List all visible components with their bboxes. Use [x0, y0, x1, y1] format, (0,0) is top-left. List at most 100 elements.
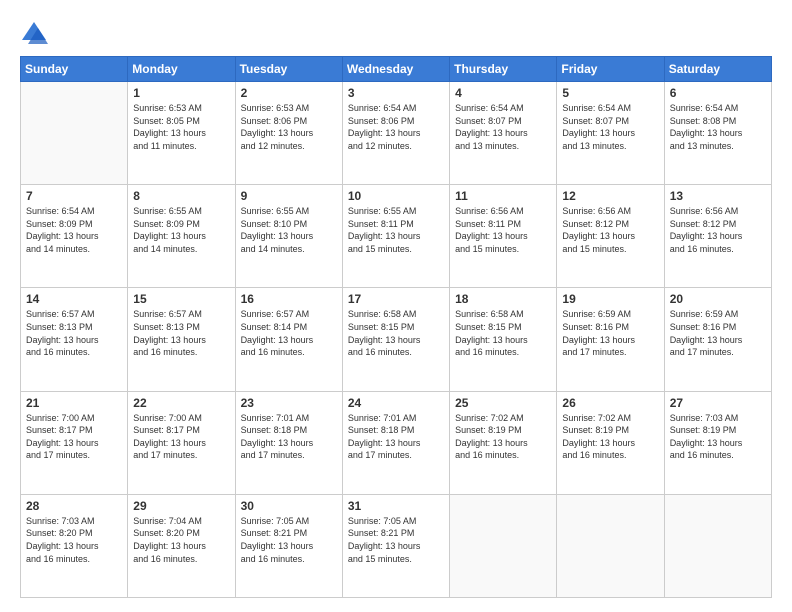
calendar-cell: 5 Sunrise: 6:54 AM Sunset: 8:07 PM Daylig…	[557, 82, 664, 185]
day-number: 10	[348, 189, 444, 203]
day-info: Sunrise: 6:55 AM Sunset: 8:09 PM Dayligh…	[133, 205, 229, 255]
logo-icon	[20, 18, 48, 46]
day-number: 8	[133, 189, 229, 203]
day-info: Sunrise: 6:58 AM Sunset: 8:15 PM Dayligh…	[348, 308, 444, 358]
day-number: 25	[455, 396, 551, 410]
day-info: Sunrise: 6:54 AM Sunset: 8:07 PM Dayligh…	[455, 102, 551, 152]
logo	[20, 18, 52, 46]
calendar-cell: 21Sunrise: 7:00 AM Sunset: 8:17 PM Dayli…	[21, 391, 128, 494]
day-info: Sunrise: 7:01 AM Sunset: 8:18 PM Dayligh…	[348, 412, 444, 462]
day-info: Sunrise: 6:54 AM Sunset: 8:07 PM Dayligh…	[562, 102, 658, 152]
day-number: 9	[241, 189, 337, 203]
calendar-cell: 26 Sunrise: 7:02 AM Sunset: 8:19 PM Dayli…	[557, 391, 664, 494]
day-info: Sunrise: 7:03 AM Sunset: 8:19 PM Dayligh…	[670, 412, 766, 462]
week-row-4: 21Sunrise: 7:00 AM Sunset: 8:17 PM Dayli…	[21, 391, 772, 494]
day-number: 4	[455, 86, 551, 100]
page: SundayMondayTuesdayWednesdayThursdayFrid…	[0, 0, 792, 612]
day-info: Sunrise: 6:55 AM Sunset: 8:10 PM Dayligh…	[241, 205, 337, 255]
day-info: Sunrise: 6:56 AM Sunset: 8:11 PM Dayligh…	[455, 205, 551, 255]
day-number: 3	[348, 86, 444, 100]
calendar-cell	[450, 494, 557, 597]
weekday-header-thursday: Thursday	[450, 57, 557, 82]
day-number: 19	[562, 292, 658, 306]
day-number: 2	[241, 86, 337, 100]
week-row-5: 28 Sunrise: 7:03 AM Sunset: 8:20 PM Dayli…	[21, 494, 772, 597]
calendar-cell: 2 Sunrise: 6:53 AM Sunset: 8:06 PM Daylig…	[235, 82, 342, 185]
weekday-header-row: SundayMondayTuesdayWednesdayThursdayFrid…	[21, 57, 772, 82]
day-number: 1	[133, 86, 229, 100]
calendar-cell: 24 Sunrise: 7:01 AM Sunset: 8:18 PM Dayli…	[342, 391, 449, 494]
calendar-cell: 14Sunrise: 6:57 AM Sunset: 8:13 PM Dayli…	[21, 288, 128, 391]
day-info: Sunrise: 6:59 AM Sunset: 8:16 PM Dayligh…	[562, 308, 658, 358]
day-info: Sunrise: 7:05 AM Sunset: 8:21 PM Dayligh…	[348, 515, 444, 565]
day-number: 29	[133, 499, 229, 513]
calendar-cell: 8 Sunrise: 6:55 AM Sunset: 8:09 PM Daylig…	[128, 185, 235, 288]
calendar-cell: 13Sunrise: 6:56 AM Sunset: 8:12 PM Dayli…	[664, 185, 771, 288]
calendar-cell: 7 Sunrise: 6:54 AM Sunset: 8:09 PM Daylig…	[21, 185, 128, 288]
day-number: 31	[348, 499, 444, 513]
day-number: 24	[348, 396, 444, 410]
day-number: 28	[26, 499, 122, 513]
day-number: 13	[670, 189, 766, 203]
calendar-table: SundayMondayTuesdayWednesdayThursdayFrid…	[20, 56, 772, 598]
day-number: 23	[241, 396, 337, 410]
calendar-cell: 22 Sunrise: 7:00 AM Sunset: 8:17 PM Dayli…	[128, 391, 235, 494]
day-info: Sunrise: 6:57 AM Sunset: 8:13 PM Dayligh…	[133, 308, 229, 358]
weekday-header-sunday: Sunday	[21, 57, 128, 82]
calendar-cell: 25 Sunrise: 7:02 AM Sunset: 8:19 PM Dayli…	[450, 391, 557, 494]
day-info: Sunrise: 7:05 AM Sunset: 8:21 PM Dayligh…	[241, 515, 337, 565]
calendar-cell: 28 Sunrise: 7:03 AM Sunset: 8:20 PM Dayli…	[21, 494, 128, 597]
calendar-cell: 19 Sunrise: 6:59 AM Sunset: 8:16 PM Dayli…	[557, 288, 664, 391]
day-number: 27	[670, 396, 766, 410]
calendar-cell: 1 Sunrise: 6:53 AM Sunset: 8:05 PM Daylig…	[128, 82, 235, 185]
day-info: Sunrise: 6:53 AM Sunset: 8:06 PM Dayligh…	[241, 102, 337, 152]
day-number: 15	[133, 292, 229, 306]
day-number: 20	[670, 292, 766, 306]
day-info: Sunrise: 7:00 AM Sunset: 8:17 PM Dayligh…	[133, 412, 229, 462]
day-number: 17	[348, 292, 444, 306]
day-info: Sunrise: 7:04 AM Sunset: 8:20 PM Dayligh…	[133, 515, 229, 565]
calendar-cell: 31 Sunrise: 7:05 AM Sunset: 8:21 PM Dayli…	[342, 494, 449, 597]
week-row-2: 7 Sunrise: 6:54 AM Sunset: 8:09 PM Daylig…	[21, 185, 772, 288]
weekday-header-wednesday: Wednesday	[342, 57, 449, 82]
calendar-cell: 11 Sunrise: 6:56 AM Sunset: 8:11 PM Dayli…	[450, 185, 557, 288]
day-info: Sunrise: 7:01 AM Sunset: 8:18 PM Dayligh…	[241, 412, 337, 462]
day-info: Sunrise: 6:57 AM Sunset: 8:13 PM Dayligh…	[26, 308, 122, 358]
day-info: Sunrise: 7:03 AM Sunset: 8:20 PM Dayligh…	[26, 515, 122, 565]
weekday-header-saturday: Saturday	[664, 57, 771, 82]
day-number: 11	[455, 189, 551, 203]
day-info: Sunrise: 6:54 AM Sunset: 8:06 PM Dayligh…	[348, 102, 444, 152]
day-info: Sunrise: 6:56 AM Sunset: 8:12 PM Dayligh…	[562, 205, 658, 255]
weekday-header-friday: Friday	[557, 57, 664, 82]
header	[20, 18, 772, 46]
calendar-cell: 23 Sunrise: 7:01 AM Sunset: 8:18 PM Dayli…	[235, 391, 342, 494]
calendar-cell	[21, 82, 128, 185]
calendar-cell	[557, 494, 664, 597]
calendar-cell: 12Sunrise: 6:56 AM Sunset: 8:12 PM Dayli…	[557, 185, 664, 288]
day-number: 5	[562, 86, 658, 100]
calendar-cell: 20Sunrise: 6:59 AM Sunset: 8:16 PM Dayli…	[664, 288, 771, 391]
day-info: Sunrise: 6:55 AM Sunset: 8:11 PM Dayligh…	[348, 205, 444, 255]
day-number: 26	[562, 396, 658, 410]
calendar-cell: 4 Sunrise: 6:54 AM Sunset: 8:07 PM Daylig…	[450, 82, 557, 185]
day-info: Sunrise: 6:54 AM Sunset: 8:09 PM Dayligh…	[26, 205, 122, 255]
day-info: Sunrise: 6:57 AM Sunset: 8:14 PM Dayligh…	[241, 308, 337, 358]
calendar-cell: 9 Sunrise: 6:55 AM Sunset: 8:10 PM Daylig…	[235, 185, 342, 288]
calendar-cell: 6 Sunrise: 6:54 AM Sunset: 8:08 PM Daylig…	[664, 82, 771, 185]
day-info: Sunrise: 6:53 AM Sunset: 8:05 PM Dayligh…	[133, 102, 229, 152]
calendar-cell: 15 Sunrise: 6:57 AM Sunset: 8:13 PM Dayli…	[128, 288, 235, 391]
weekday-header-tuesday: Tuesday	[235, 57, 342, 82]
calendar-cell: 29 Sunrise: 7:04 AM Sunset: 8:20 PM Dayli…	[128, 494, 235, 597]
day-info: Sunrise: 6:54 AM Sunset: 8:08 PM Dayligh…	[670, 102, 766, 152]
weekday-header-monday: Monday	[128, 57, 235, 82]
day-info: Sunrise: 7:02 AM Sunset: 8:19 PM Dayligh…	[562, 412, 658, 462]
day-number: 22	[133, 396, 229, 410]
day-number: 7	[26, 189, 122, 203]
calendar-cell: 10 Sunrise: 6:55 AM Sunset: 8:11 PM Dayli…	[342, 185, 449, 288]
calendar-cell: 30Sunrise: 7:05 AM Sunset: 8:21 PM Dayli…	[235, 494, 342, 597]
calendar-cell: 17 Sunrise: 6:58 AM Sunset: 8:15 PM Dayli…	[342, 288, 449, 391]
calendar-cell: 3 Sunrise: 6:54 AM Sunset: 8:06 PM Daylig…	[342, 82, 449, 185]
day-info: Sunrise: 7:02 AM Sunset: 8:19 PM Dayligh…	[455, 412, 551, 462]
day-info: Sunrise: 7:00 AM Sunset: 8:17 PM Dayligh…	[26, 412, 122, 462]
day-number: 6	[670, 86, 766, 100]
